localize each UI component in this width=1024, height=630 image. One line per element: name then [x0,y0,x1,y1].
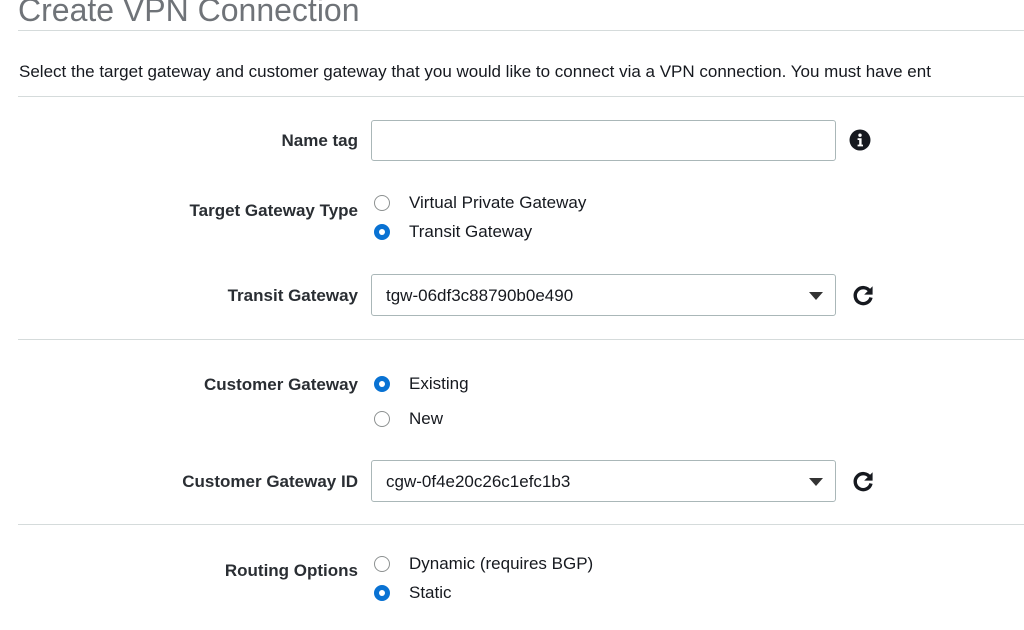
customer-gateway-id-label: Customer Gateway ID [182,472,358,491]
customer-gateway-id-select[interactable]: cgw-0f4e20c26c1efc1b3 [371,460,836,502]
refresh-icon[interactable] [850,469,876,495]
refresh-icon[interactable] [850,283,876,309]
intro-divider [18,96,1024,97]
radio-button[interactable] [374,556,390,572]
radio-button[interactable] [374,411,390,427]
radio-label: Transit Gateway [409,222,533,241]
radio-button[interactable] [374,585,390,601]
page-title: Create VPN Connection [18,0,360,28]
customer-gateway-label: Customer Gateway [204,375,358,394]
radio-button[interactable] [374,195,390,211]
name-tag-input[interactable] [371,120,836,161]
section-divider [18,524,1024,525]
radio-label: Dynamic (requires BGP) [409,554,594,573]
radio-label: New [409,409,444,428]
target-gateway-type-label: Target Gateway Type [189,201,358,220]
transit-gateway-select[interactable]: tgw-06df3c88790b0e490 [371,274,836,316]
chevron-down-icon [809,292,823,300]
select-value: tgw-06df3c88790b0e490 [386,286,574,305]
radio-label: Virtual Private Gateway [409,193,587,212]
radio-label: Static [409,583,452,602]
intro-text: Select the target gateway and customer g… [19,62,931,81]
routing-options-label: Routing Options [224,561,358,580]
chevron-down-icon [809,478,823,486]
info-icon[interactable] [849,129,871,151]
radio-button[interactable] [374,224,390,240]
select-value: cgw-0f4e20c26c1efc1b3 [386,472,571,491]
radio-button[interactable] [374,376,390,392]
section-divider [18,339,1024,340]
title-divider [18,30,1024,31]
transit-gateway-label: Transit Gateway [227,286,358,305]
radio-label: Existing [409,374,469,393]
name-tag-label: Name tag [281,131,358,150]
